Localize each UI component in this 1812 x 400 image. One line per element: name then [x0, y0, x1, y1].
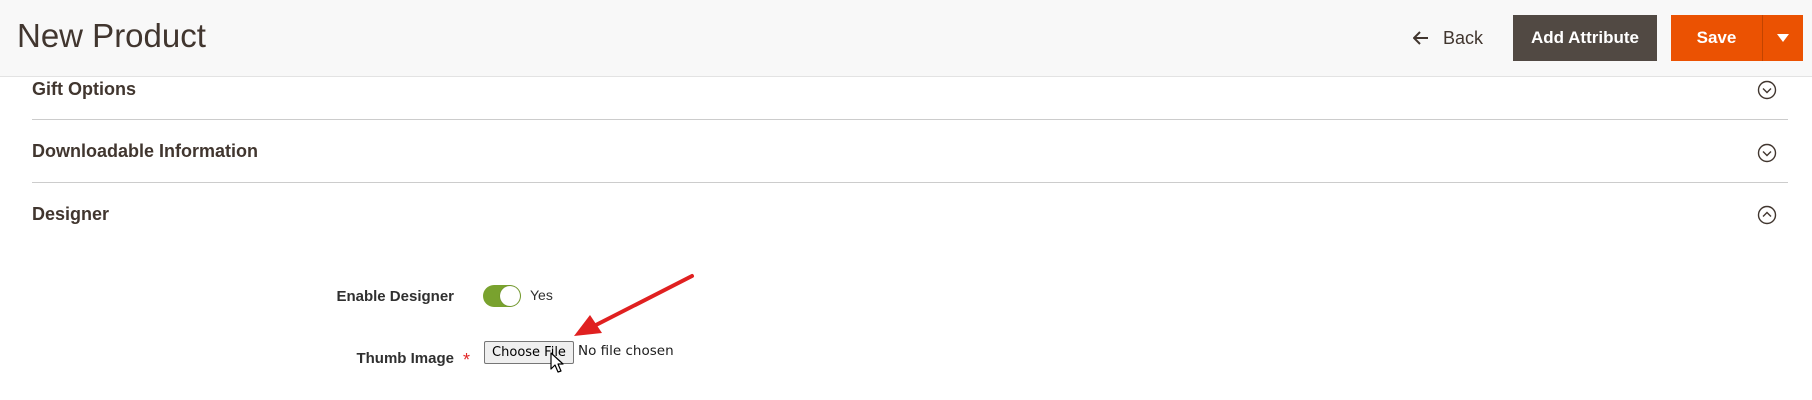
save-split-button: Save [1671, 15, 1803, 61]
save-button[interactable]: Save [1671, 15, 1763, 61]
no-file-chosen-text: No file chosen [578, 343, 674, 359]
enable-designer-value: Yes [530, 287, 553, 303]
toggle-knob [500, 286, 520, 306]
arrow-left-icon [1413, 31, 1428, 45]
enable-designer-label: Enable Designer [336, 288, 454, 305]
page-title: New Product [17, 17, 206, 54]
section-title: Designer [32, 204, 110, 224]
caret-down-icon [1777, 34, 1789, 42]
chevron-down-circle-icon[interactable] [1757, 80, 1777, 100]
section-gift-options[interactable]: Gift Options [32, 57, 1788, 120]
thumb-image-label: Thumb Image [356, 350, 454, 367]
save-menu-toggle[interactable] [1763, 15, 1803, 61]
section-title: Downloadable Information [32, 141, 259, 161]
section-title: Gift Options [32, 79, 136, 99]
section-downloadable-information[interactable]: Downloadable Information [32, 120, 1788, 183]
chevron-up-circle-icon[interactable] [1757, 205, 1777, 225]
section-designer[interactable]: Designer [32, 183, 1788, 246]
back-button-label: Back [1443, 27, 1484, 48]
back-button[interactable]: Back [1413, 22, 1483, 54]
required-indicator: * [463, 350, 471, 370]
mouse-pointer-icon [550, 352, 564, 373]
chevron-down-circle-icon[interactable] [1757, 143, 1777, 163]
add-attribute-button[interactable]: Add Attribute [1513, 15, 1657, 61]
enable-designer-toggle[interactable] [483, 285, 521, 307]
